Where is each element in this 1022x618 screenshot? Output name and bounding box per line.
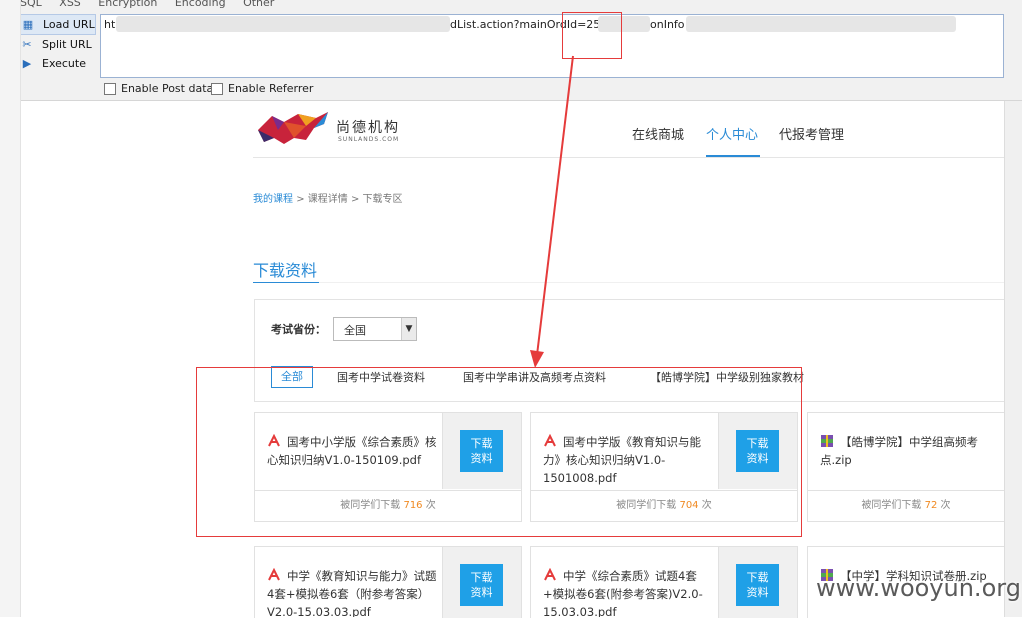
load-url-icon: ▦ bbox=[22, 17, 34, 31]
menu-encoding[interactable]: Encoding bbox=[175, 0, 226, 9]
breadcrumb-course-detail[interactable]: 课程详情 bbox=[308, 194, 348, 205]
left-gutter bbox=[0, 0, 21, 617]
breadcrumb: 我的课程 > 课程详情 > 下载专区 bbox=[253, 190, 403, 205]
file-card: 【皓博学院】中学组高频考点.zip 被同学们下载 72 次 bbox=[807, 412, 1004, 522]
file-name-wrap[interactable]: 中学《综合素质》试题4套+模拟卷6套(附参考答案)V2.0-15.03.03.p… bbox=[543, 567, 717, 617]
nav-online-mall[interactable]: 在线商城 bbox=[632, 124, 684, 143]
watermark: www.wooyun.org bbox=[816, 574, 1021, 602]
logo-text: 尚德机构 bbox=[336, 120, 400, 136]
nav-exam-registration[interactable]: 代报考管理 bbox=[779, 124, 844, 143]
file-name: 中学《综合素质》试题4套+模拟卷6套(附参考答案)V2.0-15.03.03.p… bbox=[543, 569, 703, 617]
redacted-url-segment-3 bbox=[686, 16, 956, 32]
download-button[interactable]: 下载 资料 bbox=[736, 564, 779, 606]
download-label: 下载 bbox=[746, 571, 769, 584]
split-url-button[interactable]: ✂ Split URL bbox=[20, 35, 96, 54]
count-prefix: 被同学们下载 bbox=[861, 500, 922, 511]
enable-post-checkbox[interactable]: Enable Post data bbox=[104, 82, 213, 95]
section-title: 下载资料 bbox=[253, 261, 318, 280]
enable-referrer-label: Enable Referrer bbox=[228, 82, 314, 95]
download-area: 下载 资料 bbox=[442, 547, 521, 618]
province-select-value: 全国 bbox=[344, 324, 366, 337]
count-value: 72 bbox=[924, 500, 938, 511]
url-text-end: onInfo bbox=[650, 18, 685, 31]
menu-other[interactable]: Other bbox=[243, 0, 274, 9]
breadcrumb-sep: > bbox=[350, 194, 360, 205]
province-label: 考试省份： bbox=[271, 323, 326, 336]
execute-label: Execute bbox=[42, 57, 86, 70]
split-url-label: Split URL bbox=[42, 38, 92, 51]
hackbar-menu: SQL XSS Encryption Encoding Other bbox=[20, 0, 288, 9]
enable-post-label: Enable Post data bbox=[121, 82, 214, 95]
pdf-icon bbox=[544, 568, 556, 581]
menu-xss[interactable]: XSS bbox=[59, 0, 81, 9]
section-divider bbox=[319, 282, 1004, 283]
breadcrumb-sep: > bbox=[296, 194, 305, 205]
hackbar-tools: ▦ Load URL ✂ Split URL ▶ Execute bbox=[20, 14, 96, 73]
breadcrumb-my-courses[interactable]: 我的课程 bbox=[253, 194, 293, 205]
bull-logo-icon bbox=[258, 112, 328, 144]
logo-subtext: SUNLANDS.COM bbox=[338, 136, 400, 143]
download-count: 被同学们下载 72 次 bbox=[808, 490, 1004, 521]
download-label: 资料 bbox=[470, 586, 493, 599]
header-divider bbox=[253, 157, 1004, 158]
file-name: 【皓博学院】中学组高频考点.zip bbox=[820, 435, 978, 467]
download-area: 下载 资料 bbox=[718, 547, 797, 618]
download-label: 下载 bbox=[470, 571, 493, 584]
menu-encryption[interactable]: Encryption bbox=[98, 0, 157, 9]
count-suffix: 次 bbox=[940, 500, 951, 511]
redacted-url-segment bbox=[116, 16, 450, 32]
file-name: 中学《教育知识与能力》试题4套+模拟卷6套（附参考答案）V2.0-15.03.0… bbox=[267, 569, 437, 617]
annotation-arrow-icon bbox=[530, 55, 574, 368]
enable-referrer-checkbox[interactable]: Enable Referrer bbox=[211, 82, 313, 95]
annotation-box-files bbox=[196, 367, 802, 537]
load-url-label: Load URL bbox=[43, 18, 95, 31]
menu-sql[interactable]: SQL bbox=[20, 0, 42, 9]
url-text-start: ht bbox=[104, 18, 116, 31]
section-title-underline bbox=[253, 282, 319, 283]
file-name-wrap[interactable]: 【皓博学院】中学组高频考点.zip bbox=[820, 433, 1000, 469]
file-card: 中学《教育知识与能力》试题4套+模拟卷6套（附参考答案）V2.0-15.03.0… bbox=[254, 546, 522, 618]
checkbox-box[interactable] bbox=[104, 82, 116, 95]
file-name-wrap[interactable]: 中学《教育知识与能力》试题4套+模拟卷6套（附参考答案）V2.0-15.03.0… bbox=[267, 567, 441, 617]
download-button[interactable]: 下载 资料 bbox=[460, 564, 503, 606]
split-url-icon: ✂ bbox=[22, 37, 32, 51]
zip-icon bbox=[821, 435, 833, 447]
download-label: 资料 bbox=[746, 586, 769, 599]
file-card: 中学《综合素质》试题4套+模拟卷6套(附参考答案)V2.0-15.03.03.p… bbox=[530, 546, 798, 618]
execute-button[interactable]: ▶ Execute bbox=[20, 54, 96, 73]
page-scrollbar[interactable] bbox=[1004, 101, 1022, 617]
breadcrumb-download-zone: 下载专区 bbox=[362, 194, 403, 205]
chevron-down-icon[interactable]: ▼ bbox=[401, 318, 416, 340]
province-select[interactable]: 全国 ▼ bbox=[333, 317, 417, 341]
checkbox-box[interactable] bbox=[211, 82, 223, 95]
load-url-button[interactable]: ▦ Load URL bbox=[20, 14, 96, 35]
nav-personal-center[interactable]: 个人中心 bbox=[706, 124, 758, 143]
execute-icon: ▶ bbox=[22, 56, 32, 70]
pdf-icon bbox=[268, 568, 280, 581]
